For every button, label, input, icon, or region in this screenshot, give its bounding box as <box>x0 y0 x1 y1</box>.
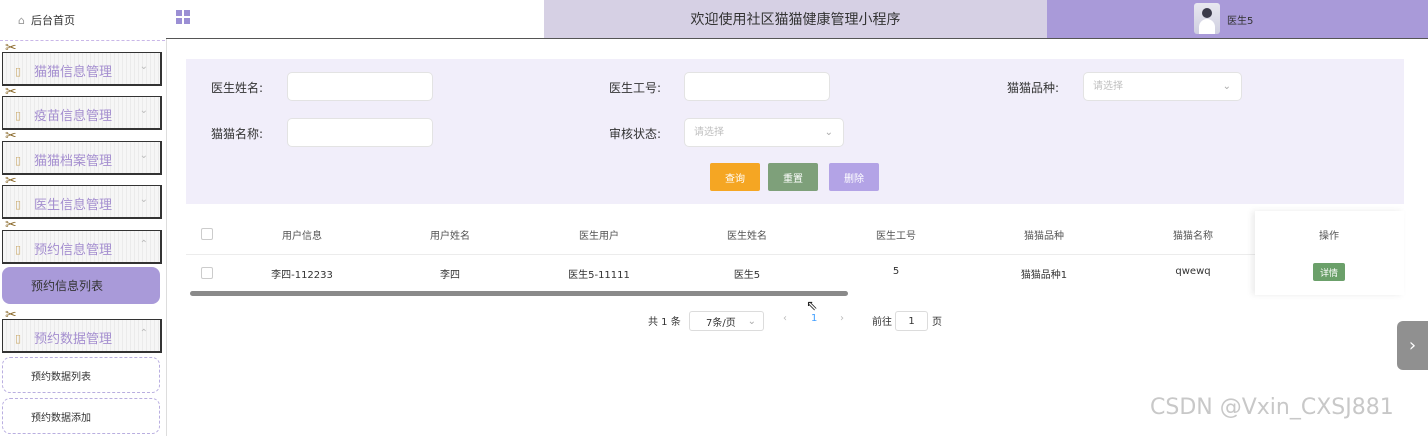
table-cell: 李四 <box>440 270 460 281</box>
sidebar-menu-appointment-info[interactable]: ▯ 预约信息管理 ⌃ <box>2 230 162 264</box>
chevron-down-icon: ⌄ <box>824 127 833 138</box>
doctor-no-label: 医生工号: <box>609 81 662 95</box>
sidebar-menu-label: 猫猫信息管理 <box>34 65 113 80</box>
mouse-cursor-icon: ⇖ <box>806 298 818 314</box>
prev-page-icon[interactable]: ‹ <box>783 313 787 324</box>
table-cell: 猫猫品种1 <box>1020 270 1068 281</box>
table-cell: 医生5-11111 <box>568 270 630 281</box>
document-icon: ▯ <box>15 332 22 345</box>
table-cell: 医生5 <box>733 270 761 281</box>
reset-button[interactable]: 重置 <box>768 163 818 191</box>
horizontal-scrollbar[interactable] <box>190 291 848 296</box>
doctor-name-label: 医生姓名: <box>211 81 264 95</box>
chevron-down-icon: ⌄ <box>139 61 148 72</box>
chevron-down-icon: ⌄ <box>747 315 756 327</box>
page-suffix: 页 <box>932 317 942 328</box>
sidebar-home-label: 后台首页 <box>30 14 75 27</box>
document-icon: ▯ <box>15 154 22 167</box>
status-select[interactable]: 请选择 ⌄ <box>684 118 844 147</box>
table-header: 用户信息 <box>282 231 322 242</box>
breed-label: 猫猫品种: <box>1007 81 1060 95</box>
sidebar: ⌂ 后台首页 ✂ ▯ 猫猫信息管理 ⌄ ✂ ▯ 疫苗信息管理 ⌄ ✂ ▯ 猫猫档… <box>0 0 167 436</box>
sidebar-menu-label: 预约信息管理 <box>34 243 113 258</box>
table-header: 猫猫品种 <box>1024 231 1064 242</box>
goto-page-input[interactable]: 1 <box>895 311 928 331</box>
sidebar-menu-label: 猫猫档案管理 <box>34 154 113 169</box>
chevron-up-icon: ⌃ <box>139 328 148 339</box>
table-header: 医生用户 <box>579 231 619 242</box>
table-header-action: 操作 <box>1319 231 1339 242</box>
sidebar-menu-cat-archive[interactable]: ▯ 猫猫档案管理 ⌄ <box>2 141 162 175</box>
table-cell: 5 <box>892 266 900 277</box>
table-divider <box>186 254 1404 255</box>
pagination-total: 共 1 条 <box>648 317 681 328</box>
sidebar-menu-label: 疫苗信息管理 <box>34 109 113 124</box>
page-size-value: 7条/页 <box>706 317 736 329</box>
table-header: 猫猫名称 <box>1173 231 1213 242</box>
chevron-down-icon: ⌄ <box>139 105 148 116</box>
home-icon: ⌂ <box>18 13 25 27</box>
table-header: 医生工号 <box>876 231 916 242</box>
sidebar-sub-appointment-list[interactable]: 预约信息列表 <box>2 267 160 304</box>
search-panel: 医生姓名: 医生工号: 猫猫品种: 请选择 ⌄ 猫猫名称: 审核状态: 请选择 … <box>186 59 1404 204</box>
sidebar-menu-doctor-info[interactable]: ▯ 医生信息管理 ⌄ <box>2 185 162 219</box>
status-label: 审核状态: <box>609 127 662 141</box>
doctor-no-input[interactable] <box>684 72 830 101</box>
query-button[interactable]: 查询 <box>710 163 760 191</box>
breed-select-placeholder: 请选择 <box>1093 81 1123 92</box>
delete-button[interactable]: 删除 <box>829 163 879 191</box>
cat-name-label: 猫猫名称: <box>211 127 264 141</box>
sidebar-menu-label: 预约数据管理 <box>34 332 113 347</box>
data-table: 用户信息 用户姓名 医生用户 医生姓名 医生工号 猫猫品种 猫猫名称 李四-11… <box>186 211 1404 295</box>
table-cell: 李四-112233 <box>271 270 333 281</box>
table-header: 用户姓名 <box>430 231 470 242</box>
sidebar-home[interactable]: ⌂ 后台首页 <box>0 0 165 41</box>
next-page-icon[interactable]: › <box>840 313 844 324</box>
top-header: 欢迎使用社区猫猫健康管理小程序 医生5 <box>166 0 1428 39</box>
chevron-up-icon: ⌃ <box>139 239 148 250</box>
document-icon: ▯ <box>15 65 22 78</box>
page-size-select[interactable]: 7条/页 ⌄ <box>689 311 764 331</box>
cat-name-input[interactable] <box>287 118 433 147</box>
document-icon: ▯ <box>15 243 22 256</box>
sidebar-menu-cat-info[interactable]: ▯ 猫猫信息管理 ⌄ <box>2 52 162 86</box>
avatar[interactable] <box>1194 3 1220 34</box>
user-area[interactable]: 医生5 <box>1047 0 1428 38</box>
doctor-name-input[interactable] <box>287 72 433 101</box>
chevron-right-icon: › <box>1408 335 1417 356</box>
watermark: CSDN @Vxin_CXSJ881 <box>1150 395 1394 420</box>
sidebar-sub-appointment-data-add[interactable]: 预约数据添加 <box>2 398 160 434</box>
chevron-down-icon: ⌄ <box>139 150 148 161</box>
chevron-down-icon: ⌄ <box>139 194 148 205</box>
sidebar-sub-appointment-data-list[interactable]: 预约数据列表 <box>2 357 160 393</box>
detail-button[interactable]: 详情 <box>1313 263 1345 281</box>
chevron-down-icon: ⌄ <box>1222 81 1231 92</box>
grid-menu-icon[interactable] <box>176 10 190 24</box>
breed-select[interactable]: 请选择 ⌄ <box>1083 72 1242 101</box>
sidebar-menu-vaccine-info[interactable]: ▯ 疫苗信息管理 ⌄ <box>2 96 162 130</box>
user-name: 医生5 <box>1227 16 1254 27</box>
page-number-current[interactable]: 1 <box>811 313 817 324</box>
document-icon: ▯ <box>15 109 22 122</box>
row-checkbox[interactable] <box>201 267 213 279</box>
action-column: 操作 详情 <box>1255 211 1404 295</box>
sidebar-menu-appointment-data[interactable]: ▯ 预约数据管理 ⌃ <box>2 319 162 353</box>
status-select-placeholder: 请选择 <box>694 127 724 138</box>
page-title: 欢迎使用社区猫猫健康管理小程序 <box>544 0 1047 38</box>
document-icon: ▯ <box>15 198 22 211</box>
select-all-checkbox[interactable] <box>201 228 213 240</box>
table-header: 医生姓名 <box>727 231 767 242</box>
goto-label: 前往 <box>872 317 892 328</box>
table-cell: qwewq <box>1175 266 1211 277</box>
side-expand-button[interactable]: › <box>1397 321 1428 370</box>
sidebar-menu-label: 医生信息管理 <box>34 198 113 213</box>
